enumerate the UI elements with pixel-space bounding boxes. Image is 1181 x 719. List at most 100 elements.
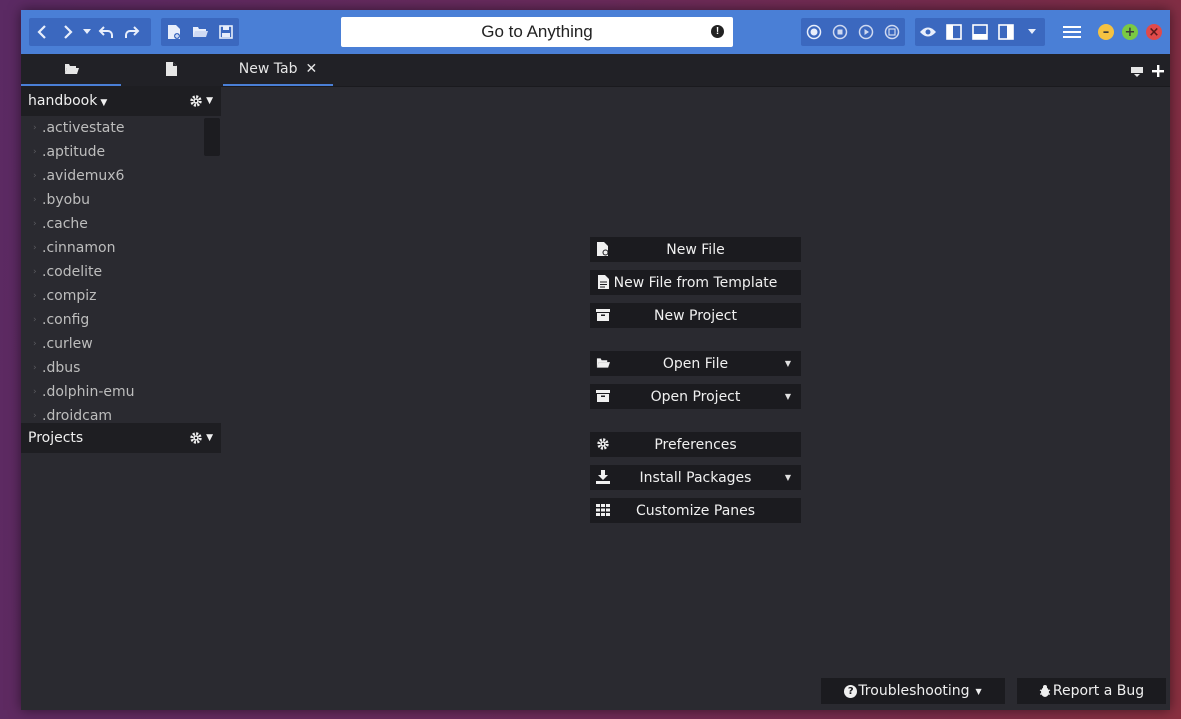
- tab-list-icon[interactable]: [1130, 63, 1144, 82]
- tree-item[interactable]: › .dolphin-emu: [21, 380, 221, 404]
- maximize-icon[interactable]: +: [1122, 24, 1138, 40]
- expand-arrow-icon[interactable]: ›: [33, 332, 42, 356]
- folder-open-icon: [64, 64, 79, 74]
- save-macro-icon[interactable]: [879, 18, 905, 46]
- button-label: Open Project: [650, 388, 741, 405]
- expand-arrow-icon[interactable]: ›: [33, 404, 42, 423]
- history-dropdown-icon[interactable]: [81, 18, 93, 46]
- forward-icon[interactable]: [55, 18, 81, 46]
- tab-label: New Tab: [238, 61, 298, 77]
- expand-arrow-icon[interactable]: ›: [33, 236, 42, 260]
- report-bug-label: Report a Bug: [1052, 683, 1145, 699]
- tree-item[interactable]: › .aptitude: [21, 140, 221, 164]
- tree-item[interactable]: › .compiz: [21, 284, 221, 308]
- tree-item[interactable]: › .config: [21, 308, 221, 332]
- play-icon[interactable]: [853, 18, 879, 46]
- go-to-anything-input[interactable]: Go to Anything !: [341, 17, 733, 47]
- template-icon: [596, 275, 610, 289]
- left-pane-icon[interactable]: [941, 18, 967, 46]
- minimize-icon[interactable]: –: [1098, 24, 1114, 40]
- chevron-down-icon[interactable]: ▼: [785, 392, 791, 401]
- tree-item[interactable]: › .dbus: [21, 356, 221, 380]
- tree-item-label: .droidcam: [42, 408, 113, 423]
- grid-icon: [596, 503, 610, 517]
- bottom-pane-icon[interactable]: [967, 18, 993, 46]
- button-label: Open File: [662, 355, 729, 372]
- chevron-down-icon[interactable]: ▼: [785, 359, 791, 368]
- new-file-from-template-button[interactable]: New File from Template: [590, 270, 801, 295]
- button-label: New File: [666, 241, 725, 258]
- install-packages-button[interactable]: Install Packages ▼: [590, 465, 801, 490]
- hamburger-menu-icon[interactable]: [1059, 18, 1085, 46]
- expand-arrow-icon[interactable]: ›: [33, 260, 42, 284]
- expand-arrow-icon[interactable]: ›: [33, 380, 42, 404]
- chevron-down-icon[interactable]: ▼: [785, 473, 791, 482]
- tree-item-label: .avidemux6: [42, 168, 125, 184]
- places-title: handbook: [28, 93, 98, 109]
- redo-icon[interactable]: [119, 18, 145, 46]
- troubleshooting-button[interactable]: ? Troubleshooting ▼: [821, 678, 1005, 704]
- expand-arrow-icon[interactable]: ›: [33, 116, 42, 140]
- tab-files[interactable]: [121, 54, 221, 84]
- new-project-button[interactable]: New Project: [590, 303, 801, 328]
- troubleshooting-label: Troubleshooting: [858, 683, 970, 699]
- save-icon[interactable]: [213, 18, 239, 46]
- project-icon: [596, 389, 610, 403]
- button-label: Preferences: [654, 436, 737, 453]
- expand-arrow-icon[interactable]: ›: [33, 140, 42, 164]
- add-tab-icon[interactable]: [1152, 62, 1164, 81]
- tree-item-label: .cinnamon: [42, 240, 116, 256]
- right-pane-icon[interactable]: [993, 18, 1019, 46]
- projects-header[interactable]: Projects ▼: [21, 423, 221, 453]
- tree-item[interactable]: › .curlew: [21, 332, 221, 356]
- report-bug-button[interactable]: Report a Bug: [1017, 678, 1166, 704]
- places-gear-icon[interactable]: ▼: [189, 94, 213, 108]
- tab-places[interactable]: [21, 54, 121, 86]
- expand-arrow-icon[interactable]: ›: [33, 164, 42, 188]
- open-folder-icon[interactable]: [187, 18, 213, 46]
- download-icon: [596, 470, 610, 484]
- layout-dropdown-icon[interactable]: [1019, 18, 1045, 46]
- project-icon: [596, 308, 610, 322]
- button-label: Install Packages: [639, 469, 752, 486]
- open-project-button[interactable]: Open Project ▼: [590, 384, 801, 409]
- tree-item[interactable]: › .droidcam: [21, 404, 221, 423]
- button-label: New File from Template: [613, 274, 778, 291]
- button-label: Customize Panes: [635, 502, 756, 519]
- tree-item[interactable]: › .codelite: [21, 260, 221, 284]
- places-header[interactable]: handbook ▼ ▼: [21, 86, 221, 116]
- undo-icon[interactable]: [93, 18, 119, 46]
- alert-icon[interactable]: !: [711, 25, 724, 38]
- record-icon[interactable]: [801, 18, 827, 46]
- close-tab-icon[interactable]: ✕: [305, 61, 317, 77]
- tree-item[interactable]: › .byobu: [21, 188, 221, 212]
- tree-scrollbar[interactable]: [204, 118, 220, 156]
- tree-item[interactable]: › .cinnamon: [21, 236, 221, 260]
- expand-arrow-icon[interactable]: ›: [33, 284, 42, 308]
- document-icon: [165, 62, 177, 76]
- back-icon[interactable]: [29, 18, 55, 46]
- expand-arrow-icon[interactable]: ›: [33, 308, 42, 332]
- projects-gear-icon[interactable]: ▼: [189, 431, 213, 445]
- komodo-window: Go to Anything ! – + × New Tab ✕ handboo…: [21, 10, 1170, 710]
- open-file-button[interactable]: Open File ▼: [590, 351, 801, 376]
- expand-arrow-icon[interactable]: ›: [33, 356, 42, 380]
- tree-item[interactable]: › .avidemux6: [21, 164, 221, 188]
- panes-group: [915, 18, 1045, 46]
- tab-new-tab[interactable]: New Tab ✕: [223, 54, 333, 86]
- eye-icon[interactable]: [915, 18, 941, 46]
- preferences-button[interactable]: Preferences: [590, 432, 801, 457]
- stop-icon[interactable]: [827, 18, 853, 46]
- tree-item[interactable]: › .cache: [21, 212, 221, 236]
- expand-arrow-icon[interactable]: ›: [33, 212, 42, 236]
- new-file-icon[interactable]: [161, 18, 187, 46]
- file-tree: › .activestate › .aptitude › .avidemux6 › .byob…: [21, 116, 221, 423]
- new-file-button[interactable]: New File: [590, 237, 801, 262]
- go-to-anything-label: Go to Anything: [481, 22, 593, 41]
- expand-arrow-icon[interactable]: ›: [33, 188, 42, 212]
- close-icon[interactable]: ×: [1146, 24, 1162, 40]
- chevron-down-icon[interactable]: ▼: [100, 98, 107, 108]
- tree-item-label: .dbus: [42, 360, 81, 376]
- customize-panes-button[interactable]: Customize Panes: [590, 498, 801, 523]
- tree-item[interactable]: › .activestate: [21, 116, 221, 140]
